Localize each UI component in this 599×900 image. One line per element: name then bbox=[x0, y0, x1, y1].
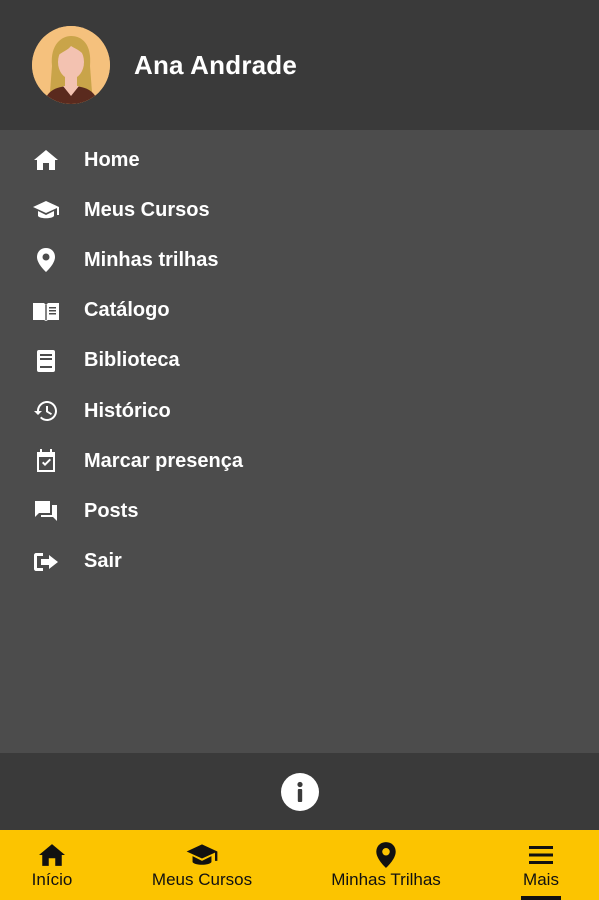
menu-item-label: Posts bbox=[84, 499, 139, 522]
menu-item-posts[interactable]: Posts bbox=[0, 486, 599, 536]
nav-tab-label: Mais bbox=[523, 870, 559, 889]
nav-tab-mais[interactable]: Mais bbox=[516, 830, 566, 900]
menu-item-label: Histórico bbox=[84, 399, 171, 422]
profile-header: Ana Andrade bbox=[0, 0, 599, 130]
logout-icon bbox=[32, 548, 60, 576]
nav-tab-label: Meus Cursos bbox=[151, 870, 253, 889]
bottom-navigation: Início Meus Cursos Minhas Trilhas Mais bbox=[0, 830, 599, 900]
home-icon bbox=[32, 146, 60, 174]
menu-item-minhas-trilhas[interactable]: Minhas trilhas bbox=[0, 235, 599, 285]
menu-item-marcar-presenca[interactable]: Marcar presença bbox=[0, 436, 599, 486]
menu-item-label: Meus Cursos bbox=[84, 198, 210, 221]
menu-item-catalogo[interactable]: Catálogo bbox=[0, 286, 599, 336]
nav-tab-inicio[interactable]: Início bbox=[22, 830, 82, 900]
book-icon bbox=[32, 347, 60, 375]
nav-tab-label: Minhas Trilhas bbox=[331, 870, 441, 889]
menu-item-label: Sair bbox=[84, 550, 122, 573]
graduation-cap-icon bbox=[184, 840, 220, 870]
hamburger-menu-icon bbox=[528, 840, 554, 870]
graduation-cap-icon bbox=[32, 196, 60, 224]
nav-tab-minhas-trilhas[interactable]: Minhas Trilhas bbox=[320, 830, 452, 900]
info-button[interactable] bbox=[281, 773, 319, 811]
info-bar bbox=[0, 753, 599, 830]
active-tab-indicator bbox=[521, 896, 561, 900]
history-icon bbox=[32, 397, 60, 425]
menu-item-historico[interactable]: Histórico bbox=[0, 386, 599, 436]
menu-item-sair[interactable]: Sair bbox=[0, 537, 599, 587]
nav-tab-meus-cursos[interactable]: Meus Cursos bbox=[142, 830, 262, 900]
drawer-menu: Home Meus Cursos Minhas trilhas Catálogo… bbox=[0, 135, 599, 587]
home-icon bbox=[37, 840, 67, 870]
user-name: Ana Andrade bbox=[134, 50, 298, 80]
avatar[interactable] bbox=[32, 26, 110, 104]
user-avatar-icon bbox=[32, 26, 110, 104]
menu-item-biblioteca[interactable]: Biblioteca bbox=[0, 336, 599, 386]
info-icon bbox=[297, 781, 303, 802]
menu-item-home[interactable]: Home bbox=[0, 135, 599, 185]
app-screen: Ana Andrade Home Meus Cursos Minhas tril… bbox=[0, 0, 599, 900]
menu-item-label: Minhas trilhas bbox=[84, 248, 219, 271]
chat-bubbles-icon bbox=[32, 497, 60, 525]
menu-item-label: Biblioteca bbox=[84, 349, 180, 372]
map-pin-icon bbox=[375, 840, 397, 870]
menu-item-label: Home bbox=[84, 148, 140, 171]
menu-item-meus-cursos[interactable]: Meus Cursos bbox=[0, 185, 599, 235]
map-pin-icon bbox=[32, 246, 60, 274]
menu-item-label: Catálogo bbox=[84, 299, 170, 322]
open-book-icon bbox=[32, 297, 60, 325]
menu-item-label: Marcar presença bbox=[84, 449, 243, 472]
nav-tab-label: Início bbox=[31, 870, 73, 889]
calendar-check-icon bbox=[32, 447, 60, 475]
